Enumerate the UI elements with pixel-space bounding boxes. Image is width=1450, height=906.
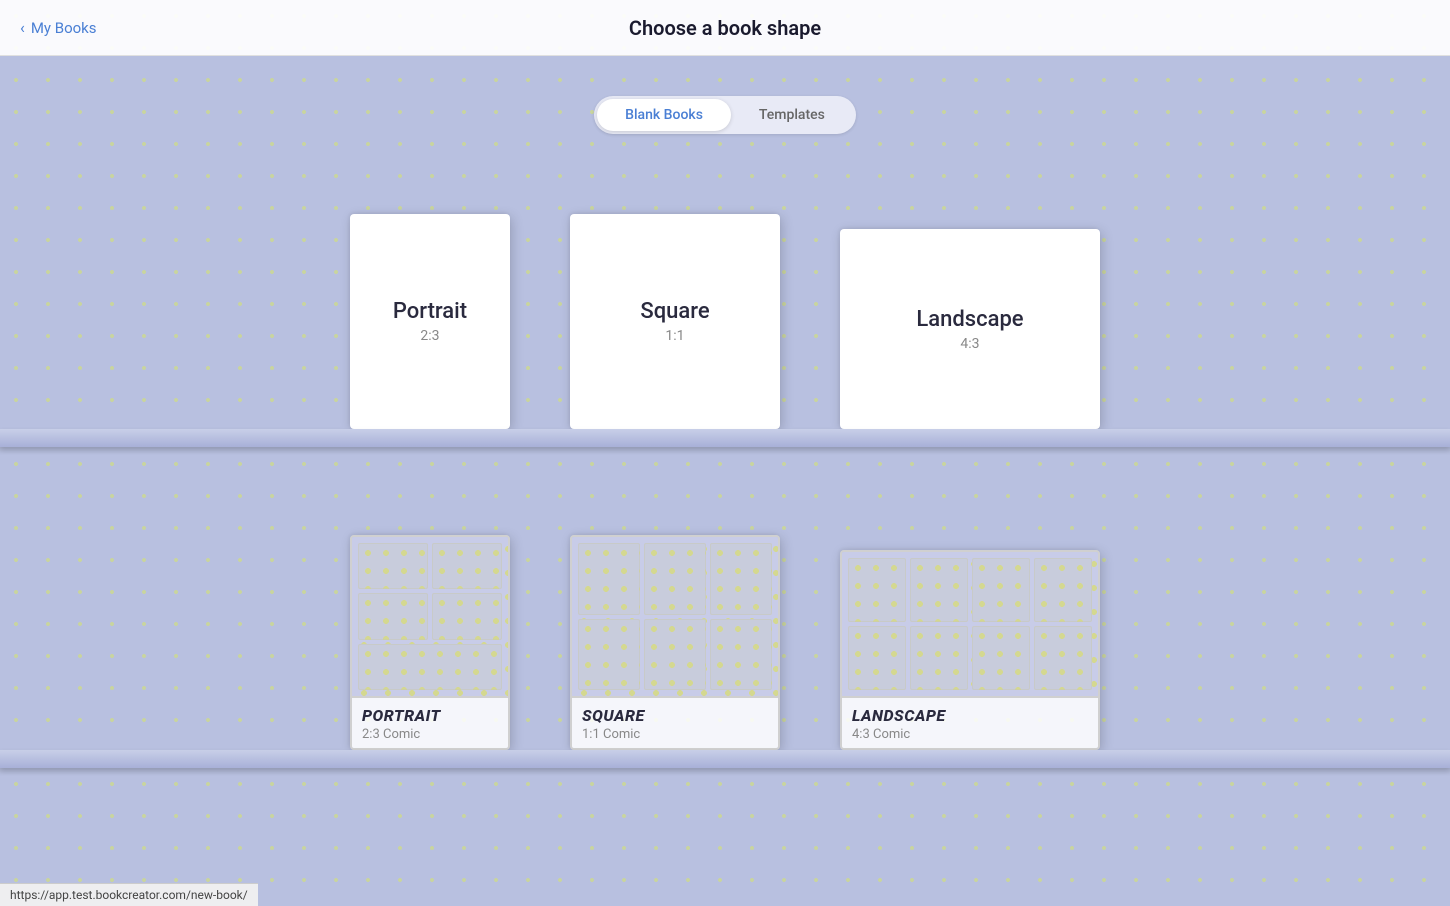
comic-panel <box>578 543 640 615</box>
comic-card-square[interactable]: SQUARE 1:1 Comic <box>570 535 780 750</box>
comic-inner-square <box>572 537 778 696</box>
status-bar: https://app.test.bookcreator.com/new-boo… <box>0 883 258 906</box>
header: ‹ My Books Choose a book shape <box>0 0 1450 56</box>
comic-panel <box>432 593 502 639</box>
comic-ratio-landscape: 4:3 Comic <box>852 727 1088 742</box>
main-content: Blank Books Templates Portrait 2:3 Squar… <box>0 56 1450 776</box>
comic-title-portrait: PORTRAIT <box>362 706 498 725</box>
shelf-shadow-2 <box>0 768 1450 776</box>
comic-panel <box>848 626 906 690</box>
comic-panel <box>644 619 706 691</box>
book-card-portrait[interactable]: Portrait 2:3 <box>350 214 510 429</box>
comic-footer-square: SQUARE 1:1 Comic <box>572 696 778 748</box>
comic-panel-wide <box>358 644 502 690</box>
comic-inner-portrait <box>352 537 508 696</box>
comic-panel <box>710 543 772 615</box>
book-type-toggle: Blank Books Templates <box>594 96 856 134</box>
shelf-bottom-2 <box>0 750 1450 768</box>
book-card-landscape[interactable]: Landscape 4:3 <box>840 229 1100 429</box>
comic-panel <box>1034 626 1092 690</box>
shelf-shadow-1 <box>0 447 1450 455</box>
book-ratio-portrait: 2:3 <box>420 328 439 344</box>
comic-panel <box>972 558 1030 622</box>
back-label: My Books <box>31 19 97 37</box>
comic-footer-portrait: PORTRAIT 2:3 Comic <box>352 696 508 748</box>
page-title: Choose a book shape <box>629 16 821 40</box>
book-title-landscape: Landscape <box>916 307 1023 332</box>
comic-panel <box>710 619 772 691</box>
book-card-square[interactable]: Square 1:1 <box>570 214 780 429</box>
comic-inner-landscape <box>842 552 1098 696</box>
comic-panel <box>972 626 1030 690</box>
comic-ratio-square: 1:1 Comic <box>582 727 768 742</box>
book-title-portrait: Portrait <box>393 299 467 324</box>
tab-blank-books[interactable]: Blank Books <box>597 99 731 131</box>
comic-panel <box>358 593 428 639</box>
comic-ratio-portrait: 2:3 Comic <box>362 727 498 742</box>
tab-templates[interactable]: Templates <box>731 99 853 131</box>
comic-footer-landscape: LANDSCAPE 4:3 Comic <box>842 696 1098 748</box>
book-ratio-landscape: 4:3 <box>960 336 979 352</box>
shelf-gap <box>0 455 1450 505</box>
comic-panel <box>358 543 428 589</box>
status-url: https://app.test.bookcreator.com/new-boo… <box>10 888 248 902</box>
comic-title-square: SQUARE <box>582 706 768 725</box>
comic-panel <box>910 558 968 622</box>
comic-panel <box>848 558 906 622</box>
book-title-square: Square <box>640 299 709 324</box>
blank-books-shelf: Portrait 2:3 Square 1:1 Landscape 4:3 <box>0 184 1450 455</box>
comic-title-landscape: LANDSCAPE <box>852 706 1088 725</box>
comic-books-row: PORTRAIT 2:3 Comic SQUARE <box>0 535 1450 750</box>
comic-panel <box>432 543 502 589</box>
comic-panel <box>644 543 706 615</box>
comic-panel <box>910 626 968 690</box>
comic-books-shelf: PORTRAIT 2:3 Comic SQUARE <box>0 505 1450 776</box>
comic-panel <box>1034 558 1092 622</box>
comic-card-portrait[interactable]: PORTRAIT 2:3 Comic <box>350 535 510 750</box>
book-ratio-square: 1:1 <box>665 328 684 344</box>
comic-card-landscape[interactable]: LANDSCAPE 4:3 Comic <box>840 550 1100 750</box>
blank-books-row: Portrait 2:3 Square 1:1 Landscape 4:3 <box>0 214 1450 429</box>
comic-panel <box>578 619 640 691</box>
back-arrow-icon: ‹ <box>20 18 25 37</box>
back-button[interactable]: ‹ My Books <box>20 18 97 37</box>
shelf-bottom-1 <box>0 429 1450 447</box>
